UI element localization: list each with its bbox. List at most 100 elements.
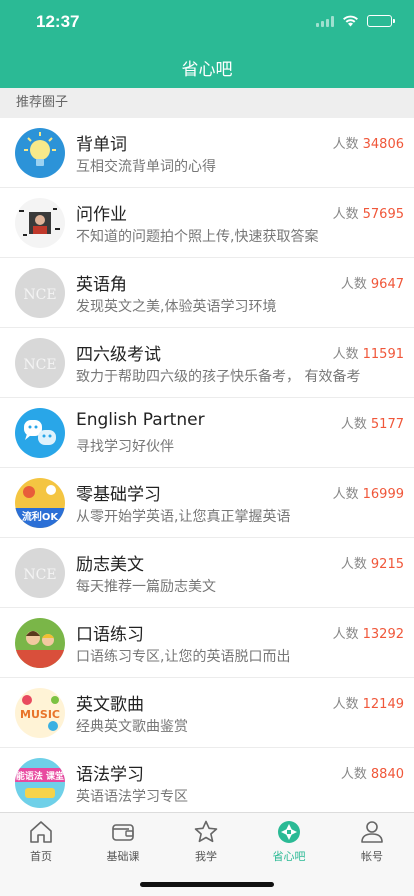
star-icon — [194, 820, 218, 843]
circle-description: 寻找学习好伙伴 — [76, 439, 174, 455]
member-count-value: 13292 — [362, 627, 404, 642]
list-item[interactable]: NCE 四六级考试 致力于帮助四六级的孩子快乐备考， 有效备考 人数 11591 — [0, 328, 414, 398]
circle-list[interactable]: 背单词 互相交流背单词的心得 人数 34806 问作业 不知道的问题拍个照上传,快… — [0, 118, 414, 812]
circle-description: 从零开始学英语,让您真正掌握英语 — [76, 509, 291, 525]
tab-label: 帐号 — [361, 850, 383, 863]
member-count-label: 人数 — [340, 767, 367, 782]
circle-title: 英语角 — [76, 275, 127, 295]
member-count-value: 16999 — [362, 487, 404, 502]
circle-title: 背单词 — [76, 135, 127, 155]
member-count-value: 34806 — [362, 137, 404, 152]
member-count-label: 人数 — [332, 137, 359, 152]
signal-icon — [316, 15, 334, 27]
list-item[interactable]: NCE 励志美文 每天推荐一篇励志美文 人数 9215 — [0, 538, 414, 608]
tab-basic-course[interactable]: 基础课 — [82, 819, 164, 864]
member-count-label: 人数 — [340, 277, 367, 292]
list-item[interactable]: 背单词 互相交流背单词的心得 人数 34806 — [0, 118, 414, 188]
list-item[interactable]: NCE 英语角 发现英文之美,体验英语学习环境 人数 9647 — [0, 258, 414, 328]
person-icon — [361, 821, 383, 843]
svg-text:NCE: NCE — [23, 287, 56, 303]
page-title: 省心吧 — [181, 60, 233, 80]
member-count: 人数 9215 — [341, 553, 404, 572]
aperture-icon — [278, 821, 300, 843]
member-count: 人数 34806 — [333, 133, 404, 152]
member-count-label: 人数 — [332, 627, 359, 642]
section-header: 推荐圈子 — [0, 88, 414, 118]
svg-text:能语法 课堂: 能语法 课堂 — [16, 770, 64, 782]
member-count-value: 57695 — [362, 207, 404, 222]
list-item[interactable]: English Partner 寻找学习好伙伴 人数 5177 — [0, 398, 414, 468]
status-icons — [316, 15, 395, 27]
member-count-label: 人数 — [332, 347, 359, 362]
wallet-icon — [112, 824, 134, 841]
circle-description: 互相交流背单词的心得 — [76, 159, 216, 175]
status-time: 12:37 — [36, 12, 80, 31]
speaking-kids-image — [15, 618, 65, 668]
tab-label: 我学 — [195, 850, 217, 863]
member-count-label: 人数 — [332, 207, 359, 222]
member-count-label: 人数 — [332, 487, 359, 502]
member-count: 人数 8840 — [341, 763, 404, 782]
list-item[interactable]: 能语法 课堂 语法学习 英语语法学习专区 人数 8840 — [0, 748, 414, 812]
fluent-english-image: 流利OK — [15, 478, 65, 528]
circle-description: 不知道的问题拍个照上传,快速获取答案 — [76, 229, 319, 245]
home-icon — [30, 821, 52, 843]
circle-description: 口语练习专区,让您的英语脱口而出 — [76, 649, 291, 665]
member-count: 人数 16999 — [333, 483, 404, 502]
svg-text:NCE: NCE — [23, 357, 56, 373]
tab-label: 省心吧 — [272, 850, 306, 863]
member-count: 人数 12149 — [333, 693, 404, 712]
circle-title: 英文歌曲 — [76, 695, 144, 715]
list-item[interactable]: MUSIC 英文歌曲 经典英文歌曲鉴赏 人数 12149 — [0, 678, 414, 748]
circle-title: 问作业 — [76, 205, 127, 225]
member-count: 人数 5177 — [341, 413, 404, 432]
member-count-value: 11591 — [362, 347, 404, 362]
list-item[interactable]: 流利OK 零基础学习 从零开始学英语,让您真正掌握英语 人数 16999 — [0, 468, 414, 538]
circle-description: 每天推荐一篇励志美文 — [76, 579, 216, 595]
circle-title: 零基础学习 — [76, 485, 161, 505]
tab-label: 首页 — [30, 850, 52, 863]
member-count-value: 12149 — [362, 697, 404, 712]
member-count-value: 8840 — [370, 767, 404, 782]
music-notes-image: MUSIC — [15, 688, 65, 738]
wifi-icon — [343, 15, 358, 27]
nce-placeholder: NCE — [15, 338, 65, 388]
battery-icon — [367, 15, 395, 27]
member-count-value: 9647 — [370, 277, 404, 292]
home-indicator — [140, 882, 274, 887]
tab-shengxinba[interactable]: 省心吧 — [248, 819, 330, 864]
tab-my-learning[interactable]: 我学 — [165, 819, 247, 864]
svg-text:NCE: NCE — [23, 567, 56, 583]
tab-home[interactable]: 首页 — [0, 819, 82, 864]
navigation-bar: 12:37 省心吧 — [0, 0, 414, 88]
chat-bubbles-icon — [15, 408, 65, 458]
member-count: 人数 11591 — [333, 343, 404, 362]
circle-description: 英语语法学习专区 — [76, 789, 188, 805]
circle-description: 发现英文之美,体验英语学习环境 — [76, 299, 277, 315]
svg-text:MUSIC: MUSIC — [20, 708, 60, 721]
member-count-value: 5177 — [370, 417, 404, 432]
homework-photo — [15, 198, 65, 248]
list-item[interactable]: 口语练习 口语练习专区,让您的英语脱口而出 人数 13292 — [0, 608, 414, 678]
tab-account[interactable]: 帐号 — [331, 819, 413, 864]
svg-text:流利OK: 流利OK — [22, 510, 60, 523]
circle-title: 语法学习 — [76, 765, 144, 785]
member-count-label: 人数 — [332, 697, 359, 712]
member-count-value: 9215 — [370, 557, 404, 572]
circle-title: 口语练习 — [76, 625, 144, 645]
circle-title: 励志美文 — [76, 555, 144, 575]
member-count: 人数 13292 — [333, 623, 404, 642]
circle-description: 致力于帮助四六级的孩子快乐备考， 有效备考 — [76, 369, 361, 385]
nce-placeholder: NCE — [15, 548, 65, 598]
member-count: 人数 57695 — [333, 203, 404, 222]
circle-description: 经典英文歌曲鉴赏 — [76, 719, 188, 735]
member-count-label: 人数 — [340, 417, 367, 432]
list-item[interactable]: 问作业 不知道的问题拍个照上传,快速获取答案 人数 57695 — [0, 188, 414, 258]
grammar-class-image: 能语法 课堂 — [15, 758, 65, 808]
circle-title: English Partner — [76, 410, 205, 430]
lightbulb-icon — [15, 128, 65, 178]
member-count: 人数 9647 — [341, 273, 404, 292]
circle-title: 四六级考试 — [76, 345, 161, 365]
member-count-label: 人数 — [340, 557, 367, 572]
tab-label: 基础课 — [106, 850, 140, 863]
